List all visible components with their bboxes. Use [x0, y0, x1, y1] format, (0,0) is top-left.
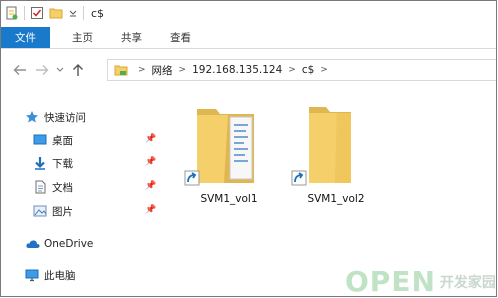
- nav-label: 图片: [52, 205, 73, 218]
- forward-button[interactable]: [31, 59, 53, 81]
- folder-shortcut-icon: [291, 107, 351, 186]
- breadcrumb-separator: >: [178, 65, 187, 75]
- folder-name: SVM1_vol2: [307, 193, 365, 205]
- breadcrumb-separator: >: [320, 65, 328, 75]
- pin-icon[interactable]: 📌: [145, 205, 156, 215]
- arrow-right-icon: [36, 65, 49, 75]
- nav-label: 桌面: [52, 134, 73, 147]
- navigation-pane: 快速访问 桌面 📌 下载 📌 文档 📌 图片 📌 OneDrive 此电脑: [1, 101, 171, 296]
- arrow-up-icon: [73, 64, 83, 76]
- tab-home[interactable]: 主页: [58, 27, 107, 48]
- ribbon-tabs: 文件 主页 共享 查看: [1, 27, 496, 49]
- computer-icon: [25, 268, 39, 282]
- nav-this-pc[interactable]: 此电脑: [25, 266, 76, 284]
- tab-share[interactable]: 共享: [107, 27, 156, 48]
- nav-item-pictures[interactable]: 图片: [33, 202, 73, 220]
- title-bar: c$: [1, 1, 496, 25]
- cloud-icon: [25, 237, 40, 251]
- back-button[interactable]: [9, 59, 31, 81]
- desktop-icon: [33, 133, 47, 147]
- nav-onedrive[interactable]: OneDrive: [25, 235, 93, 253]
- checkbox-icon[interactable]: [30, 6, 44, 20]
- breadcrumb-separator: >: [288, 65, 296, 75]
- recent-locations-button[interactable]: [53, 59, 67, 81]
- address-bar[interactable]: > 网络 > 192.168.135.124 > c$ >: [107, 59, 496, 81]
- download-icon: [33, 156, 47, 170]
- breadcrumb-host[interactable]: 192.168.135.124: [192, 64, 282, 76]
- tab-view[interactable]: 查看: [156, 27, 205, 48]
- folder-shortcut[interactable]: SVM1_vol2: [291, 101, 381, 211]
- pin-icon[interactable]: 📌: [145, 134, 156, 144]
- explorer-window: c$ 文件 主页 共享 查看 > 网络 > 192.168.135.124 > …: [0, 0, 497, 297]
- chevron-down-icon: [56, 67, 64, 72]
- separator: [83, 6, 84, 20]
- picture-icon: [33, 204, 47, 218]
- folder-name: SVM1_vol1: [200, 193, 258, 205]
- nav-item-desktop[interactable]: 桌面: [33, 131, 73, 149]
- nav-label: 文档: [52, 181, 73, 194]
- nav-quick-access[interactable]: 快速访问: [25, 108, 86, 126]
- nav-item-documents[interactable]: 文档: [33, 178, 73, 196]
- breadcrumb-network[interactable]: 网络: [152, 63, 173, 78]
- nav-label: OneDrive: [44, 238, 94, 250]
- watermark: OPEN 开发家园: [345, 265, 496, 297]
- folder-shortcut-icon: [184, 109, 254, 186]
- document-icon: [33, 180, 47, 194]
- new-folder-icon[interactable]: [49, 6, 63, 20]
- navigation-row: > 网络 > 192.168.135.124 > c$ >: [1, 57, 496, 83]
- arrow-left-icon: [13, 65, 26, 75]
- chevron-down-icon[interactable]: [68, 6, 78, 20]
- breadcrumb-separator: >: [138, 65, 146, 75]
- nav-label: 此电脑: [44, 269, 76, 282]
- folder-shortcut[interactable]: SVM1_vol1: [184, 101, 274, 211]
- up-button[interactable]: [67, 59, 89, 81]
- watermark-suffix: 开发家园: [439, 274, 496, 291]
- separator: [24, 6, 25, 20]
- network-location-icon: [114, 63, 128, 77]
- breadcrumb-share[interactable]: c$: [302, 64, 314, 76]
- nav-label: 快速访问: [44, 111, 86, 124]
- nav-label: 下载: [52, 157, 73, 170]
- properties-icon[interactable]: [5, 6, 19, 20]
- star-icon: [25, 110, 39, 124]
- window-title: c$: [91, 6, 105, 20]
- watermark-brand: OPEN: [345, 265, 436, 297]
- pin-icon[interactable]: 📌: [145, 181, 156, 191]
- pin-icon[interactable]: 📌: [145, 157, 156, 167]
- tab-file[interactable]: 文件: [1, 27, 50, 48]
- nav-item-downloads[interactable]: 下载: [33, 154, 73, 172]
